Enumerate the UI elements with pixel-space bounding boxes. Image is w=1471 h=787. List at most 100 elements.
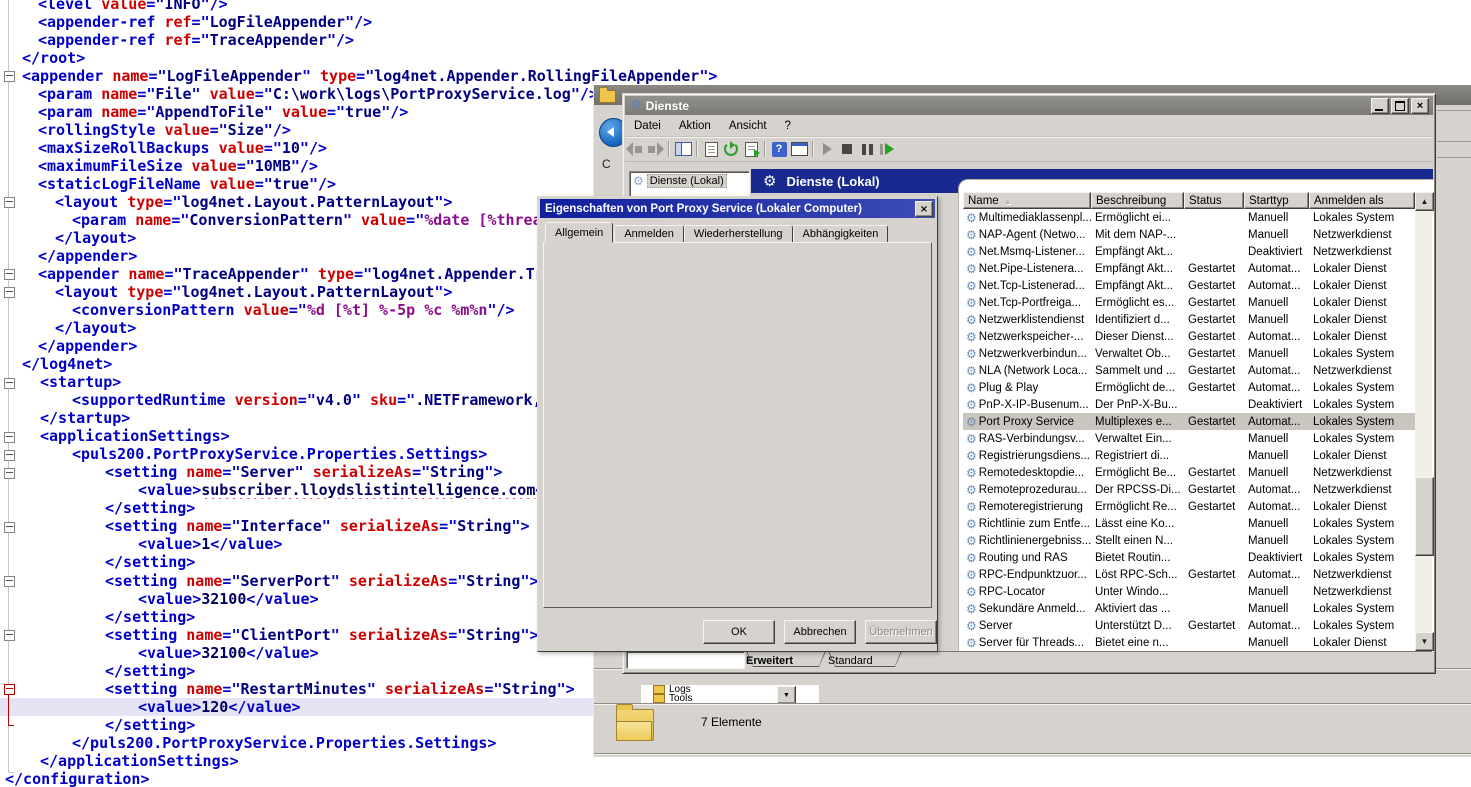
show-console-tree-icon[interactable]: [674, 141, 692, 158]
properties-icon[interactable]: [702, 141, 720, 158]
fold-marker[interactable]: [4, 576, 15, 587]
code-line[interactable]: </configuration>: [0, 770, 1471, 787]
table-row[interactable]: ⚙Net.Msmq-Listener...Empfängt Akt...Deak…: [963, 243, 1415, 260]
table-row[interactable]: ⚙Registrierungsdiens...Registriert di...…: [963, 447, 1415, 464]
table-row[interactable]: ⚙RemoteregistrierungErmöglicht Re...Gest…: [963, 498, 1415, 515]
back-icon[interactable]: [626, 141, 644, 158]
code-line[interactable]: </root>: [0, 49, 1471, 67]
tab-allgemein[interactable]: Allgemein: [545, 222, 613, 243]
scrollbar-thumb[interactable]: [1415, 477, 1434, 556]
stop-service-icon[interactable]: [838, 141, 856, 158]
column-header[interactable]: Status: [1184, 192, 1244, 209]
maximize-button[interactable]: [1391, 98, 1409, 114]
menu-item-datei[interactable]: Datei: [625, 120, 670, 132]
table-row[interactable]: ⚙Remoteprozedurau...Der RPCSS-Di...Gesta…: [963, 481, 1415, 498]
scroll-up-icon[interactable]: ▲: [1415, 192, 1434, 211]
column-header[interactable]: Beschreibung: [1091, 192, 1184, 209]
forward-icon[interactable]: [646, 141, 664, 158]
table-row[interactable]: ⚙NLA (Network Loca...Sammelt und ...Gest…: [963, 362, 1415, 379]
view-tab-erweitert[interactable]: Erweitert: [746, 651, 826, 667]
service-gear-icon: ⚙: [966, 415, 977, 429]
table-row[interactable]: ⚙Richtlinie zum Entfe...Lässt eine Ko...…: [963, 515, 1415, 532]
table-row[interactable]: ⚙Multimediaklassenpl...Ermöglicht ei...M…: [963, 209, 1415, 226]
tab-anmelden[interactable]: Anmelden: [614, 225, 684, 243]
fold-marker[interactable]: [4, 71, 15, 82]
fold-marker[interactable]: [4, 630, 15, 641]
dialog-titlebar[interactable]: Eigenschaften von Port Proxy Service (Lo…: [540, 199, 935, 218]
table-row[interactable]: ⚙Net.Tcp-Listenerad...Empfängt Akt...Ges…: [963, 277, 1415, 294]
table-row[interactable]: ⚙Netzwerkverbindun...Verwaltet Ob...Gest…: [963, 345, 1415, 362]
table-row[interactable]: ⚙RAS-Verbindungsv...Verwaltet Ein...Manu…: [963, 430, 1415, 447]
table-row[interactable]: ⚙Net.Pipe-Listenera...Empfängt Akt...Ges…: [963, 260, 1415, 277]
services-gear-icon: ⚙: [763, 172, 776, 190]
services-titlebar[interactable]: ⚙ Dienste ×: [625, 96, 1433, 115]
table-row[interactable]: ⚙ServerUnterstützt D...GestartetAutomat.…: [963, 617, 1415, 634]
fold-marker[interactable]: [4, 287, 15, 298]
table-row[interactable]: ⚙NetzwerklistendienstIdentifiziert d...G…: [963, 311, 1415, 328]
fold-marker[interactable]: [4, 432, 15, 443]
table-row[interactable]: ⚙Routing und RASBietet Routin...Deaktivi…: [963, 549, 1415, 566]
view-tab-standard[interactable]: Standard: [828, 651, 902, 667]
help-icon[interactable]: ?: [770, 141, 788, 158]
table-row[interactable]: ⚙Plug & PlayErmöglicht de...GestartetAut…: [963, 379, 1415, 396]
bernehmen-button[interactable]: Übernehmen: [865, 620, 937, 644]
services-table[interactable]: ⚙Multimediaklassenpl...Ermöglicht ei...M…: [963, 209, 1415, 651]
fold-marker[interactable]: [4, 378, 15, 389]
change-bracket-corner: [8, 725, 14, 726]
abbrechen-button[interactable]: Abbrechen: [784, 620, 856, 644]
table-row[interactable]: ⚙RPC-Endpunktzuor...Löst RPC-Sch...Gesta…: [963, 566, 1415, 583]
pane-header-title: Dienste (Lokal): [786, 174, 879, 189]
fold-marker-changed[interactable]: [4, 684, 15, 695]
status-folder-icon: [616, 709, 654, 741]
tab-abhängigkeiten[interactable]: Abhängigkeiten: [793, 225, 889, 243]
pause-service-icon[interactable]: [858, 141, 876, 158]
fold-marker[interactable]: [4, 197, 15, 208]
vertical-scrollbar[interactable]: ▲ ▼: [1415, 192, 1432, 651]
fold-marker[interactable]: [4, 450, 15, 461]
refresh-icon[interactable]: [722, 141, 740, 158]
fold-marker[interactable]: [4, 522, 15, 533]
table-row[interactable]: ⚙Netzwerkspeicher-...Dieser Dienst...Ges…: [963, 328, 1415, 345]
column-header[interactable]: Anmelden als: [1309, 192, 1415, 209]
column-header[interactable]: Name▲: [963, 192, 1091, 209]
bottom-filter-box: [626, 651, 745, 669]
tree-item-dienste-lokal[interactable]: ⚙ Dienste (Lokal): [630, 172, 749, 189]
table-header: Name▲BeschreibungStatusStarttypAnmelden …: [963, 192, 1415, 209]
table-row[interactable]: ⚙PnP-X-IP-Busenum...Der PnP-X-Bu...Deakt…: [963, 396, 1415, 413]
code-line[interactable]: <appender name="LogFileAppender" type="l…: [0, 67, 1471, 85]
service-gear-icon: ⚙: [966, 296, 977, 310]
minimize-button[interactable]: [1371, 98, 1389, 114]
table-row[interactable]: ⚙Net.Tcp-Portfreiga...Ermöglicht es...Ge…: [963, 294, 1415, 311]
code-line[interactable]: <level value="INFO"/>: [0, 0, 1471, 13]
menu-item-?[interactable]: ?: [776, 120, 800, 132]
fold-marker[interactable]: [4, 468, 15, 479]
table-row[interactable]: ⚙Richtlinienergebniss...Stellt einen N..…: [963, 532, 1415, 549]
export-list-icon[interactable]: [742, 141, 760, 158]
service-gear-icon: ⚙: [966, 245, 977, 259]
ok-button[interactable]: OK: [703, 620, 775, 644]
table-row[interactable]: ⚙NAP-Agent (Netwo...Mit dem NAP-...Manue…: [963, 226, 1415, 243]
menu-item-ansicht[interactable]: Ansicht: [720, 120, 776, 132]
restart-service-icon[interactable]: [878, 141, 896, 158]
scroll-down-icon[interactable]: ▼: [1415, 632, 1434, 651]
table-row[interactable]: ⚙Server für Threads...Bietet eine n...Ma…: [963, 634, 1415, 651]
close-icon[interactable]: ×: [1411, 98, 1429, 114]
table-row[interactable]: ⚙Sekundäre Anmeld...Aktiviert das ...Man…: [963, 600, 1415, 617]
start-service-icon[interactable]: [818, 141, 836, 158]
service-gear-icon: ⚙: [966, 262, 977, 276]
code-line[interactable]: <appender-ref ref="TraceAppender"/>: [0, 31, 1471, 49]
menu-bar[interactable]: DateiAktionAnsicht?: [625, 115, 1433, 137]
extended-view-icon[interactable]: [790, 141, 808, 158]
table-row-selected[interactable]: ⚙Port Proxy ServiceMultiplexes e...Gesta…: [963, 413, 1415, 430]
service-gear-icon: ⚙: [966, 619, 977, 633]
table-row[interactable]: ⚙RPC-LocatorUnter Windo...ManuellNetzwer…: [963, 583, 1415, 600]
close-icon[interactable]: ×: [915, 201, 933, 217]
code-line[interactable]: <appender-ref ref="LogFileAppender"/>: [0, 13, 1471, 31]
service-gear-icon: ⚙: [966, 602, 977, 616]
fold-marker[interactable]: [4, 269, 15, 280]
combo-dropdown-button[interactable]: ▼: [777, 686, 796, 704]
column-header[interactable]: Starttyp: [1244, 192, 1309, 209]
tab-wiederherstellung[interactable]: Wiederherstellung: [684, 225, 793, 243]
table-row[interactable]: ⚙Remotedesktopdie...Ermöglicht Be...Gest…: [963, 464, 1415, 481]
menu-item-aktion[interactable]: Aktion: [670, 120, 720, 132]
